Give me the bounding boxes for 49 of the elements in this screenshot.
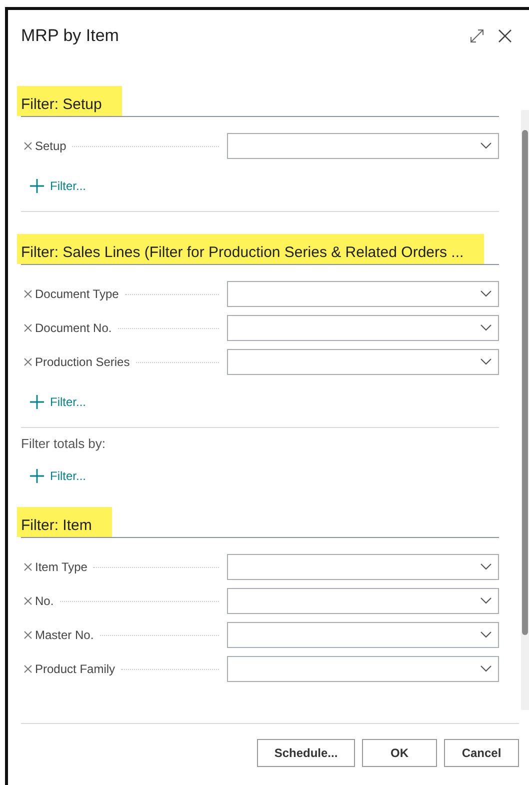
dropdown-field[interactable]: [227, 133, 500, 159]
dialog-button[interactable]: Cancel: [444, 738, 519, 766]
expand-icon[interactable]: [469, 28, 485, 44]
remove-icon[interactable]: [24, 358, 32, 366]
dropdown-field[interactable]: [227, 281, 500, 307]
dialog-button[interactable]: Schedule...: [257, 738, 355, 766]
field-label: Document No.: [35, 321, 112, 335]
section-heading: Filter: Sales Lines (Filter for Production Series & Related Orders ...: [17, 234, 484, 264]
field-label: Item Type: [35, 560, 88, 574]
dropdown-field[interactable]: [227, 622, 500, 648]
field-label: Document Type: [35, 287, 119, 301]
scrollbar[interactable]: [521, 110, 529, 710]
plus-icon[interactable]: [30, 395, 44, 409]
remove-icon[interactable]: [24, 665, 32, 673]
filter-totals-label: Filter totals by:: [21, 436, 107, 451]
chevron-down-icon[interactable]: [480, 142, 492, 150]
dropdown-field[interactable]: [227, 588, 500, 614]
dialog-title: MRP by Item: [21, 26, 119, 46]
field-label: No.: [35, 594, 54, 608]
close-icon[interactable]: [497, 28, 513, 44]
section-heading: Filter: Item: [17, 507, 112, 537]
dropdown-field[interactable]: [227, 349, 500, 375]
chevron-down-icon[interactable]: [480, 597, 492, 605]
section-heading: Filter: Setup: [17, 86, 122, 116]
remove-icon[interactable]: [24, 324, 32, 332]
remove-icon[interactable]: [24, 597, 32, 605]
chevron-down-icon[interactable]: [480, 631, 492, 639]
chevron-down-icon[interactable]: [480, 665, 492, 673]
field-label: Production Series: [35, 355, 130, 369]
chevron-down-icon[interactable]: [480, 290, 492, 298]
remove-icon[interactable]: [24, 631, 32, 639]
field-label: Setup: [35, 139, 66, 153]
add-filter-link[interactable]: Filter...: [30, 469, 86, 483]
remove-icon[interactable]: [24, 290, 32, 298]
dropdown-field[interactable]: [227, 656, 500, 682]
chevron-down-icon[interactable]: [480, 324, 492, 332]
remove-icon[interactable]: [24, 563, 32, 571]
dropdown-field[interactable]: [227, 554, 500, 580]
remove-icon[interactable]: [24, 142, 32, 150]
plus-icon[interactable]: [30, 179, 44, 193]
field-label: Master No.: [35, 628, 94, 642]
field-label: Product Family: [35, 662, 116, 676]
dialog-button[interactable]: OK: [362, 738, 437, 766]
dropdown-field[interactable]: [227, 315, 500, 341]
chevron-down-icon[interactable]: [480, 358, 492, 366]
add-filter-link[interactable]: Filter...: [30, 179, 86, 193]
chevron-down-icon[interactable]: [480, 563, 492, 571]
plus-icon[interactable]: [30, 469, 44, 483]
add-filter-link[interactable]: Filter...: [30, 395, 86, 409]
